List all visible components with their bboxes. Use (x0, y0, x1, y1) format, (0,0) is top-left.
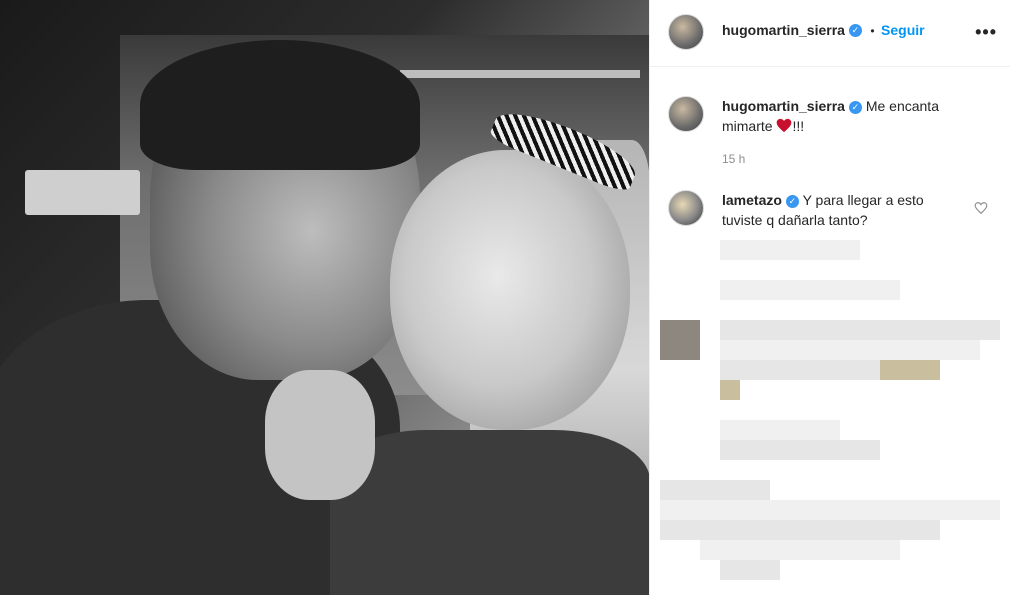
owner-line: hugomartin_sierra ✓ • Seguir (722, 22, 925, 40)
blurred-block (660, 480, 770, 500)
blurred-avatar (660, 320, 700, 360)
blurred-block (720, 280, 900, 300)
blurred-block (720, 560, 780, 580)
verified-badge-icon: ✓ (848, 100, 862, 114)
post-sidebar: hugomartin_sierra ✓ • Seguir ••• hugomart… (649, 0, 1010, 595)
caption-suffix: !!! (792, 118, 805, 134)
owner-username[interactable]: hugomartin_sierra (722, 22, 845, 38)
comment-avatar[interactable] (668, 190, 704, 226)
comment-username[interactable]: lametazo (722, 192, 782, 208)
post-header: hugomartin_sierra ✓ • Seguir ••• (650, 0, 1010, 67)
follow-button[interactable]: Seguir (881, 22, 925, 38)
verified-badge-icon: ✓ (785, 194, 799, 208)
blurred-block (720, 380, 740, 400)
photo-door-rail (400, 70, 640, 78)
photo-woman-face (390, 150, 630, 430)
caption-body: hugomartin_sierra ✓ Me encanta mimarte !!… (722, 96, 992, 136)
caption-time[interactable]: 15 h (722, 152, 992, 166)
post-photo[interactable] (0, 0, 649, 595)
more-options-icon[interactable]: ••• (975, 22, 997, 43)
photo-air-conditioner (25, 170, 140, 215)
comment-item: lametazo ✓ Y para llegar a esto tuviste q… (722, 190, 967, 230)
blurred-block (720, 320, 1000, 340)
heart-emoji-icon (777, 118, 792, 133)
blurred-block (660, 520, 940, 540)
caption-avatar[interactable] (668, 96, 704, 132)
photo-woman-body (330, 430, 649, 595)
caption-username[interactable]: hugomartin_sierra (722, 98, 845, 114)
blurred-block (660, 500, 1000, 520)
blurred-block (720, 420, 840, 440)
blurred-block (880, 360, 940, 380)
blurred-block (700, 540, 900, 560)
blurred-block (720, 240, 860, 260)
photo-man-hair (140, 40, 420, 170)
photo-hand (265, 370, 375, 500)
verified-badge-icon: ✓ (848, 24, 862, 38)
blurred-block (720, 440, 880, 460)
comment-body: lametazo ✓ Y para llegar a esto tuviste q… (722, 190, 967, 230)
heart-outline-icon[interactable] (974, 201, 988, 215)
header-separator: • (870, 24, 875, 38)
owner-avatar[interactable] (668, 14, 704, 50)
blurred-block (720, 340, 980, 360)
caption: hugomartin_sierra ✓ Me encanta mimarte !!… (722, 96, 992, 166)
